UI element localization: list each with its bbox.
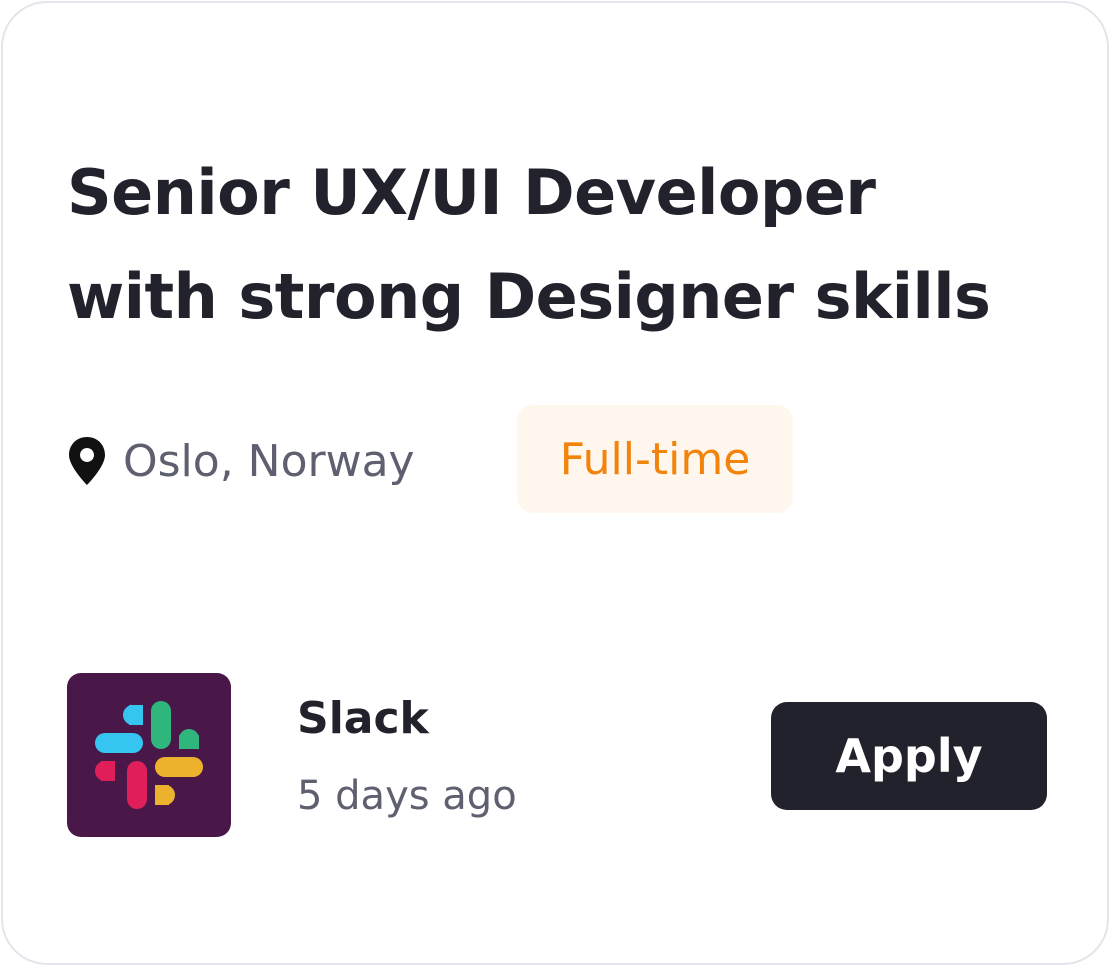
map-pin-icon <box>67 435 107 487</box>
company-name: Slack <box>297 693 429 744</box>
apply-button[interactable]: Apply <box>771 702 1047 810</box>
job-title-line-1: Senior UX/UI Developer <box>67 156 876 229</box>
company-logo <box>67 673 231 837</box>
posted-date: 5 days ago <box>297 773 517 819</box>
slack-logo-icon <box>95 701 203 809</box>
employment-type-badge: Full-time <box>517 405 793 513</box>
job-card: Senior UX/UI Developer with strong Desig… <box>1 1 1109 965</box>
job-title: Senior UX/UI Developer with strong Desig… <box>67 141 1067 349</box>
job-location: Oslo, Norway <box>67 429 415 493</box>
job-title-line-2: with strong Designer skills <box>67 260 991 333</box>
location-text: Oslo, Norway <box>123 435 415 487</box>
